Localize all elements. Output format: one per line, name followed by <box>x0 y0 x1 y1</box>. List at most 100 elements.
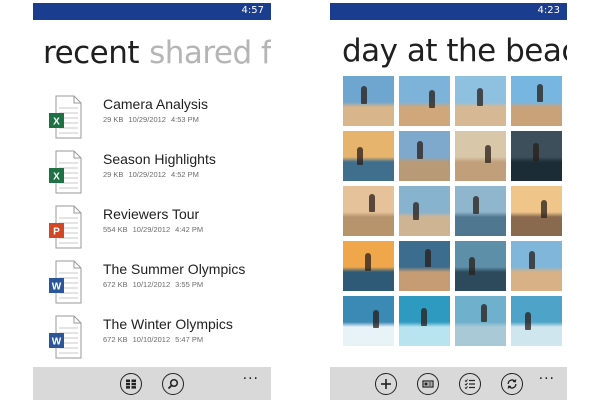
status-bar: 4:23 <box>330 3 567 20</box>
photo-subject <box>369 194 375 212</box>
file-date: 10/29/2012 <box>128 115 166 124</box>
photo-subject <box>417 141 423 159</box>
photo-subject <box>425 249 431 267</box>
file-list-item[interactable]: P Reviewers Tour 554 KB 10/29/2012 4:42 PM <box>33 205 271 259</box>
search-button[interactable] <box>162 373 184 395</box>
word-file-icon: W <box>49 260 82 304</box>
photo-thumbnail[interactable] <box>511 241 562 291</box>
photo-subject <box>525 312 531 330</box>
photo-thumbnail[interactable] <box>343 76 394 126</box>
select-icon <box>464 379 475 390</box>
left-phone-screen: 4:57 recent shared f X Camera Analysis 29 K… <box>33 3 271 400</box>
file-date: 10/29/2012 <box>132 225 171 234</box>
add-icon <box>381 379 391 389</box>
photo-thumbnail[interactable] <box>399 241 450 291</box>
more-options-button[interactable]: ... <box>539 367 555 383</box>
sync-button[interactable] <box>501 373 523 395</box>
file-name: The Summer Olympics <box>103 261 246 277</box>
photo-subject <box>361 86 367 104</box>
photo-thumbnail[interactable] <box>343 131 394 181</box>
photo-thumbnail[interactable] <box>455 241 506 291</box>
file-date: 10/12/2012 <box>132 280 171 289</box>
photo-thumbnail[interactable] <box>343 241 394 291</box>
photo-thumbnail[interactable] <box>343 186 394 236</box>
photo-grid <box>343 76 562 346</box>
photo-thumbnail[interactable] <box>511 131 562 181</box>
photo-subject <box>485 145 491 163</box>
file-meta: 29 KB 10/29/2012 4:53 PM <box>103 115 199 124</box>
album-title: day at the beac <box>342 33 567 69</box>
photo-subject <box>421 308 427 326</box>
file-name: Season Highlights <box>103 151 216 167</box>
sync-icon <box>507 379 517 389</box>
powerpoint-file-icon: P <box>49 205 82 249</box>
excel-file-icon: X <box>49 95 82 139</box>
app-bar: ... <box>330 367 567 400</box>
photo-subject <box>481 304 487 322</box>
status-clock: 4:57 <box>241 5 264 16</box>
excel-file-icon: X <box>49 150 82 194</box>
slideshow-icon <box>422 380 434 388</box>
more-options-button[interactable]: ... <box>243 367 259 383</box>
file-meta: 29 KB 10/29/2012 4:52 PM <box>103 170 199 179</box>
photo-thumbnail[interactable] <box>455 186 506 236</box>
file-list-item[interactable]: X Season Highlights 29 KB 10/29/2012 4:52 PM <box>33 150 271 204</box>
photo-subject <box>469 257 475 275</box>
photo-subject <box>373 310 379 328</box>
file-name: Camera Analysis <box>103 96 209 112</box>
status-bar: 4:57 <box>33 3 271 20</box>
slideshow-button[interactable] <box>417 373 439 395</box>
file-time: 4:53 PM <box>170 115 199 124</box>
photo-subject <box>533 143 539 161</box>
file-list-item[interactable]: W The Summer Olympics 672 KB 10/12/2012 3:55… <box>33 260 271 314</box>
file-type-letter: X <box>53 172 60 183</box>
photo-thumbnail[interactable] <box>455 76 506 126</box>
right-phone-screen: 4:23 day at the beac ... <box>330 3 567 400</box>
photo-thumbnail[interactable] <box>399 131 450 181</box>
word-file-icon: W <box>49 315 82 359</box>
photo-subject <box>365 253 371 271</box>
file-type-letter: X <box>53 117 60 128</box>
file-type-letter: P <box>53 227 60 238</box>
photo-thumbnail[interactable] <box>511 186 562 236</box>
file-date: 10/10/2012 <box>132 335 171 344</box>
file-size: 554 KB <box>103 225 128 234</box>
photo-thumbnail[interactable] <box>511 76 562 126</box>
file-meta: 672 KB 10/12/2012 3:55 PM <box>103 280 203 289</box>
photo-thumbnail[interactable] <box>399 186 450 236</box>
photo-thumbnail[interactable] <box>455 296 506 346</box>
photo-subject <box>541 200 547 218</box>
file-size: 29 KB <box>103 115 124 124</box>
photo-subject <box>477 88 483 106</box>
file-time: 4:42 PM <box>175 225 204 234</box>
photo-thumbnail[interactable] <box>399 296 450 346</box>
file-type-letter: W <box>52 337 62 348</box>
status-clock: 4:23 <box>537 5 560 16</box>
pivot-header: recent shared f <box>43 33 271 73</box>
file-list-item[interactable]: W The Winter Olympics 672 KB 10/10/2012 5:47… <box>33 315 271 369</box>
add-button[interactable] <box>375 373 397 395</box>
app-bar: ... <box>33 367 271 400</box>
photo-thumbnail[interactable] <box>399 76 450 126</box>
file-size: 672 KB <box>103 335 128 344</box>
photo-subject <box>413 202 419 220</box>
file-list-item[interactable]: X Camera Analysis 29 KB 10/29/2012 4:53 PM <box>33 95 271 149</box>
file-meta: 554 KB 10/29/2012 4:42 PM <box>103 225 203 234</box>
photo-subject <box>357 147 363 165</box>
list-view-button[interactable] <box>120 373 142 395</box>
file-time: 4:52 PM <box>170 170 199 179</box>
photo-thumbnail[interactable] <box>455 131 506 181</box>
pivot-item-shared[interactable]: shared f <box>149 35 271 71</box>
file-type-letter: W <box>52 282 62 293</box>
photo-thumbnail[interactable] <box>511 296 562 346</box>
pivot-item-recent[interactable]: recent <box>43 35 140 71</box>
select-button[interactable] <box>459 373 481 395</box>
photo-subject <box>537 84 543 102</box>
file-name: The Winter Olympics <box>103 316 233 332</box>
list-view-icon <box>126 379 136 389</box>
file-time: 5:47 PM <box>175 335 204 344</box>
file-size: 672 KB <box>103 280 128 289</box>
photo-thumbnail[interactable] <box>343 296 394 346</box>
file-size: 29 KB <box>103 170 124 179</box>
file-date: 10/29/2012 <box>128 170 166 179</box>
